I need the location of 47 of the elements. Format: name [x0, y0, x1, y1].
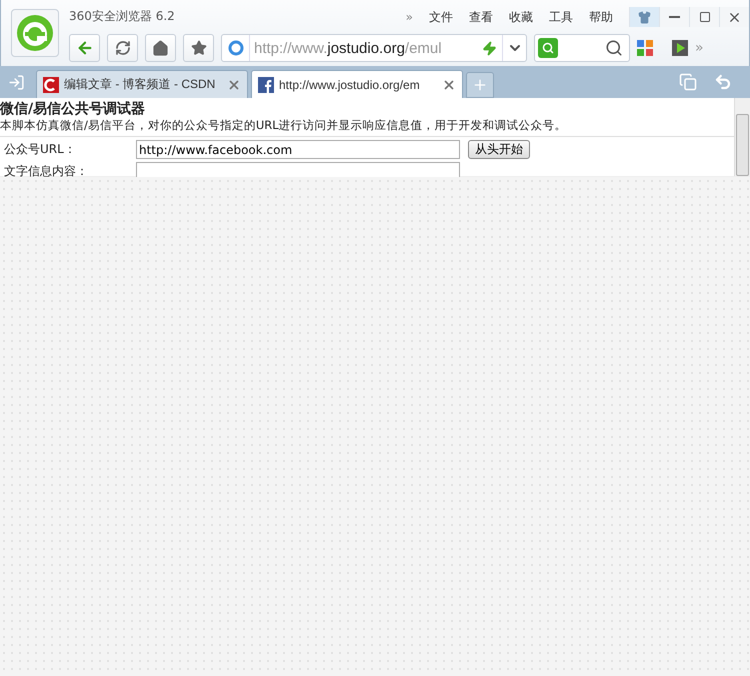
close-icon	[227, 78, 241, 92]
browser-logo-icon[interactable]	[11, 9, 59, 57]
plus-icon	[472, 77, 488, 93]
new-tab-button[interactable]	[466, 72, 494, 98]
menu-item[interactable]: 帮助	[589, 8, 613, 26]
input-field[interactable]: http://www.facebook.com	[136, 140, 460, 159]
ring-icon	[228, 40, 244, 56]
favorite-button[interactable]	[183, 34, 214, 62]
window-title: 360安全浏览器 6.2	[69, 8, 176, 24]
close-icon	[442, 78, 456, 92]
apps-icon	[637, 40, 653, 56]
undo-icon	[714, 73, 732, 91]
page-description: 本脚本仿真微信/易信平台，对你的公众号指定的URL进行访问并显示响应信息值，用于开发和调试公众号。	[0, 118, 734, 137]
search-engine-icon[interactable]	[538, 38, 558, 58]
minimize-button[interactable]	[659, 7, 689, 27]
shirt-icon	[638, 10, 651, 24]
home-button[interactable]	[145, 34, 176, 62]
maximize-icon	[698, 11, 710, 23]
star-icon	[190, 40, 206, 56]
search-icon	[605, 39, 623, 57]
maximize-button[interactable]	[689, 7, 719, 27]
lightning-icon	[482, 40, 497, 56]
browser-tab[interactable]: http://www.jostudio.org/em	[251, 70, 463, 98]
refresh-icon	[114, 40, 130, 56]
minimize-icon	[669, 16, 680, 18]
windows-icon	[679, 73, 697, 91]
browser-tab[interactable]: 编辑文章 - 博客频道 - CSDN	[36, 70, 248, 98]
menu-item[interactable]: 文件	[429, 8, 453, 26]
scrollbar[interactable]	[734, 98, 750, 176]
search-field[interactable]	[534, 34, 630, 62]
sidebar-toggle-icon	[8, 74, 25, 90]
f-logo-icon	[258, 76, 274, 92]
page-heading: 微信/易信公共号调试器	[0, 100, 146, 118]
field-label: 公众号URL：	[4, 141, 77, 158]
field-label: 文字信息内容：	[4, 163, 89, 180]
search-icon	[542, 42, 554, 54]
restart-button[interactable]: 从头开始	[468, 140, 530, 159]
refresh-button[interactable]	[107, 34, 138, 62]
address-bar[interactable]: http://www.jostudio.org/emul	[221, 34, 527, 62]
c-logo-icon	[43, 76, 59, 92]
menu-item[interactable]: 收藏	[509, 8, 533, 26]
video-icon	[672, 40, 688, 56]
menu-item[interactable]: 查看	[469, 8, 493, 26]
close-button[interactable]	[719, 7, 749, 27]
menu-item[interactable]: 工具	[549, 8, 573, 26]
back-button[interactable]	[69, 34, 100, 62]
home-icon	[152, 40, 169, 56]
